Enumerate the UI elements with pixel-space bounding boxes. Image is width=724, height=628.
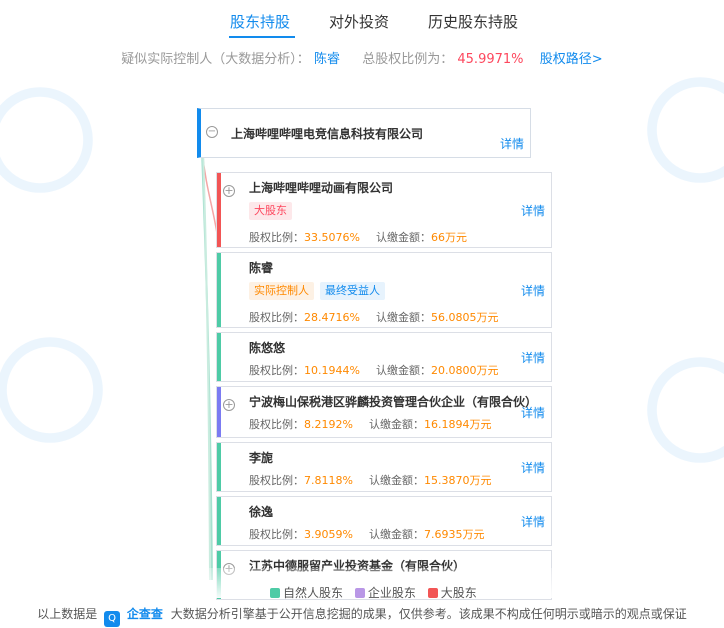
shareholder-name[interactable]: 徐逸 (249, 503, 273, 520)
shareholder-stats: 股权比例：8.2192% 认缴金额：16.1894万元 (249, 416, 491, 432)
amount-label: 认缴金额： (368, 474, 424, 487)
ratio-label: 股权比例： (249, 364, 304, 377)
ratio-label: 总股权比例为： (362, 52, 454, 67)
legend-swatch (270, 588, 280, 598)
amount-value: 20.0800万元 (430, 364, 499, 377)
ratio-value: 10.1944% (304, 364, 360, 377)
summary-prefix: 疑似实际控制人（大数据分析）： (121, 52, 310, 67)
qcc-logo-icon: Q (104, 611, 121, 627)
shareholder-type-bar (217, 253, 221, 327)
shareholder-name[interactable]: 李旎 (249, 449, 273, 466)
tab-investments[interactable]: 对外投资 (329, 11, 389, 32)
ratio-value: 45.9971% (457, 52, 524, 67)
shareholder-card: + 宁波梅山保税港区骅麟投资管理合伙企业（有限合伙） 股权比例：8.2192% 认缴金… (216, 386, 552, 438)
legend-swatch (354, 588, 365, 598)
shareholder-name[interactable]: 陈悠悠 (249, 339, 285, 356)
controller-link[interactable]: 陈睿 (314, 52, 340, 67)
controller-summary: 疑似实际控制人（大数据分析）： 陈睿 总股权比例为： 45.9971% 股权路径… (0, 48, 724, 67)
shareholder-stats: 股权比例：7.8118% 认缴金额：15.3870万元 (249, 472, 491, 488)
amount-value: 16.1894万元 (423, 418, 492, 431)
shareholder-card: 陈悠悠股权比例：10.1944% 认缴金额：20.0800万元 详情 (216, 332, 552, 382)
root-company-name: 上海哔哩哔哩电竞信息科技有限公司 (231, 127, 424, 141)
root-detail-link[interactable]: 详情 (500, 135, 524, 152)
amount-value: 66万元 (430, 231, 467, 244)
active-tab-indicator (229, 36, 295, 38)
ratio-label: 股权比例： (249, 418, 304, 431)
amount-label: 认缴金额： (375, 364, 431, 377)
shareholder-detail-link[interactable]: 详情 (521, 349, 545, 366)
shareholder-tag: 大股东 (249, 202, 292, 220)
ratio-label: 股权比例： (249, 231, 304, 244)
shareholder-name[interactable]: 陈睿 (249, 259, 273, 276)
shareholder-card: 徐逸股权比例：3.9059% 认缴金额：7.6935万元 详情 (216, 496, 552, 546)
watermark-icon (647, 77, 724, 183)
shareholder-tag: 最终受益人 (320, 282, 385, 300)
amount-value: 15.3870万元 (423, 474, 492, 487)
shareholder-name[interactable]: 宁波梅山保税港区骅麟投资管理合伙企业（有限合伙） (249, 393, 537, 410)
shareholder-name[interactable]: 上海哔哩哔哩动画有限公司 (249, 179, 393, 196)
shareholder-detail-link[interactable]: 详情 (521, 404, 545, 421)
ratio-value: 8.2192% (304, 418, 353, 431)
ratio-label: 股权比例： (249, 474, 304, 487)
shareholder-stats: 股权比例：28.4716% 认缴金额：56.0805万元 (249, 309, 498, 325)
footer-brand: 企查查 (126, 607, 163, 621)
amount-label: 认缴金额： (368, 528, 424, 541)
shareholder-card: + 上海哔哩哔哩动画有限公司 大股东股权比例：33.5076% 认缴金额：66万元 详情 (216, 172, 552, 248)
shareholder-type-bar (217, 173, 221, 247)
shareholder-type-bar (217, 497, 221, 545)
equity-path-link[interactable]: 股权路径> (540, 52, 603, 67)
legend-swatch (427, 588, 438, 598)
amount-label: 认缴金额： (368, 418, 424, 431)
ratio-value: 3.9059% (304, 528, 353, 541)
amount-label: 认缴金额： (375, 231, 431, 244)
shareholder-detail-link[interactable]: 详情 (521, 282, 545, 299)
watermark-icon (0, 337, 103, 443)
shareholder-card: 陈睿实际控制人 最终受益人股权比例：28.4716% 认缴金额：56.0805万元 详… (216, 252, 552, 328)
ratio-value: 7.8118% (304, 474, 353, 487)
shareholder-tag: 实际控制人 (249, 282, 314, 300)
shareholder-card: 李旎股权比例：7.8118% 认缴金额：15.3870万元 详情 (216, 442, 552, 492)
expand-toggle-icon[interactable]: + (223, 399, 235, 411)
shareholder-detail-link[interactable]: 详情 (521, 459, 545, 476)
collapse-toggle-icon[interactable]: − (206, 126, 218, 138)
ratio-value: 28.4716% (304, 311, 360, 324)
tab-bar: 股东持股 对外投资 历史股东持股 (0, 0, 724, 40)
shareholder-stats: 股权比例：3.9059% 认缴金额：7.6935万元 (249, 526, 484, 542)
legend-item-big: 大股东 (427, 586, 477, 600)
shareholder-detail-link[interactable]: 详情 (521, 202, 545, 219)
shareholder-detail-link[interactable]: 详情 (521, 513, 545, 530)
shareholder-tags: 大股东 (249, 199, 298, 220)
watermark-icon (0, 87, 93, 193)
ratio-label: 股权比例： (249, 311, 304, 324)
expand-toggle-icon[interactable]: + (223, 185, 235, 197)
watermark-icon (647, 357, 724, 463)
shareholder-stats: 股权比例：10.1944% 认缴金额：20.0800万元 (249, 362, 498, 378)
disclaimer-footer: 以上数据是 Q 企查查 大数据分析引擎基于公开信息挖掘的成果，仅供参考。该成果不… (0, 605, 724, 627)
shareholder-type-bar (217, 443, 221, 491)
ratio-value: 33.5076% (304, 231, 360, 244)
shareholder-type-bar (217, 333, 221, 381)
amount-value: 56.0805万元 (430, 311, 499, 324)
footer-prefix: 以上数据是 (37, 607, 98, 621)
shareholder-stats: 股权比例：33.5076% 认缴金额：66万元 (249, 229, 467, 245)
legend-item-natural: 自然人股东 (270, 586, 343, 600)
tab-shareholders[interactable]: 股东持股 (230, 11, 290, 32)
footer-text: 大数据分析引擎基于公开信息挖掘的成果，仅供参考。该成果不构成任何明示或暗示的观点… (170, 607, 687, 621)
amount-value: 7.6935万元 (423, 528, 485, 541)
legend-item-enterprise: 企业股东 (354, 586, 416, 600)
shareholder-tags: 实际控制人 最终受益人 (249, 279, 391, 300)
shareholder-type-bar (217, 387, 221, 437)
root-company-card: − 上海哔哩哔哩电竞信息科技有限公司 详情 (197, 108, 531, 158)
legend: 自然人股东 企业股东 大股东 (270, 584, 485, 601)
ratio-label: 股权比例： (249, 528, 304, 541)
tab-history-shareholders[interactable]: 历史股东持股 (428, 11, 518, 32)
amount-label: 认缴金额： (375, 311, 431, 324)
